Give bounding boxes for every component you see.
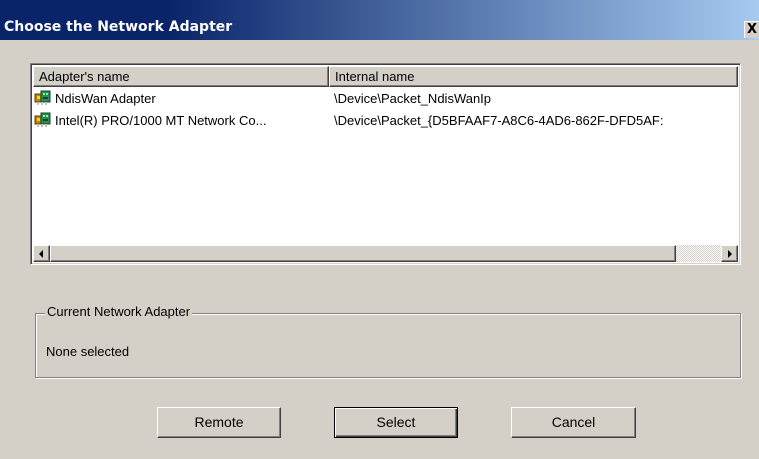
scroll-left-button[interactable] (33, 245, 50, 262)
column-header-adapter-name[interactable]: Adapter's name (33, 66, 329, 87)
horizontal-scrollbar[interactable] (33, 245, 738, 262)
left-arrow-icon (39, 250, 43, 258)
adapter-name: NdisWan Adapter (55, 90, 156, 106)
select-button[interactable]: Select (334, 407, 458, 438)
adapter-name-cell: Intel(R) PRO/1000 MT Network Co... (33, 112, 329, 128)
adapter-name: Intel(R) PRO/1000 MT Network Co... (55, 112, 267, 128)
current-adapter-group (35, 313, 741, 378)
close-button[interactable]: X (744, 21, 759, 38)
adapter-name-cell: NdisWan Adapter (33, 90, 329, 106)
current-adapter-value: None selected (46, 344, 130, 359)
internal-name: \Device\Packet_NdisWanIp (334, 90, 492, 106)
scroll-right-button[interactable] (721, 245, 738, 262)
current-adapter-label: Current Network Adapter (45, 304, 193, 319)
scroll-track[interactable] (676, 245, 721, 262)
internal-name: \Device\Packet_{D5BFAAF7-A8C6-4AD6-862F-… (334, 112, 664, 128)
right-arrow-icon (728, 250, 732, 258)
list-item[interactable]: Intel(R) PRO/1000 MT Network Co... \Devi… (33, 109, 738, 131)
column-header-internal-name[interactable]: Internal name (329, 66, 738, 87)
list-rows: NdisWan Adapter \Device\Packet_NdisWanIp… (33, 87, 738, 131)
network-adapter-icon (34, 112, 51, 127)
list-item[interactable]: NdisWan Adapter \Device\Packet_NdisWanIp (33, 87, 738, 109)
adapter-list[interactable]: Adapter's name Internal name NdisWan Ada… (30, 63, 741, 265)
list-header: Adapter's name Internal name (33, 66, 738, 87)
scroll-thumb[interactable] (50, 245, 676, 262)
remote-button[interactable]: Remote (157, 407, 281, 438)
title-bar: Choose the Network Adapter X (0, 0, 759, 40)
window-title: Choose the Network Adapter (4, 19, 233, 35)
network-adapter-icon (34, 90, 51, 105)
cancel-button[interactable]: Cancel (511, 407, 636, 438)
